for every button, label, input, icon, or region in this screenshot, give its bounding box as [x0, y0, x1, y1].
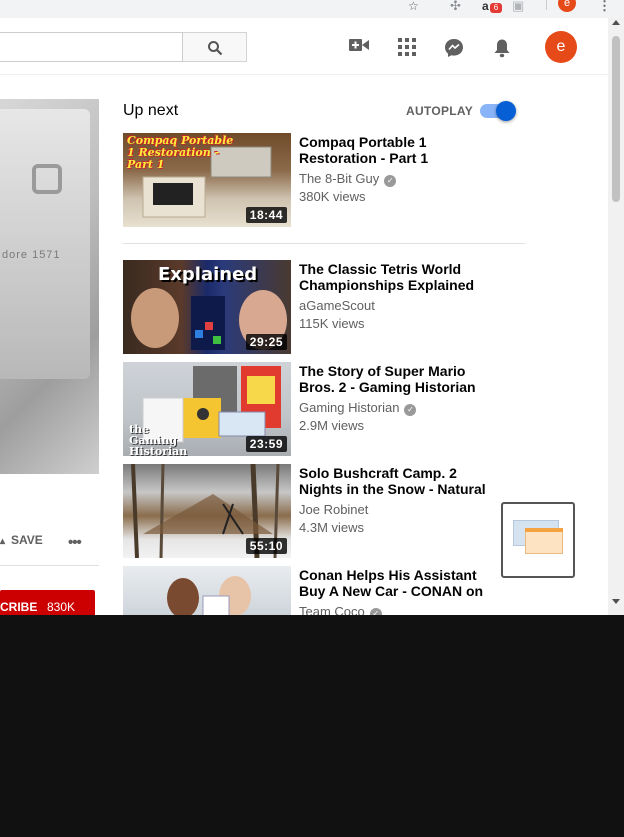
video-thumbnail[interactable]: 55:10 — [123, 464, 291, 558]
commodore-logo-icon — [32, 164, 62, 194]
search-input[interactable] — [0, 32, 183, 62]
empty-screen-area — [0, 615, 624, 837]
video-thumbnail[interactable]: the Gaming Historian 23:59 — [123, 362, 291, 456]
subscribe-button[interactable]: CRIBE 830K — [0, 590, 95, 615]
video-item[interactable]: Explained 29:25 The Classic Tetris World… — [123, 260, 513, 354]
video-title[interactable]: The Story of Super Mario Bros. 2 - Gamin… — [299, 363, 499, 395]
channel-name[interactable]: Joe Robinet — [299, 502, 368, 517]
video-item[interactable]: the Gaming Historian 23:59 The Story of … — [123, 362, 513, 456]
scrollbar-thumb[interactable] — [612, 36, 620, 202]
masthead: e — [0, 18, 608, 75]
extension-icon[interactable]: a — [482, 0, 489, 14]
computer-chassis-image — [0, 109, 90, 379]
autoplay-toggle[interactable] — [480, 101, 516, 121]
channel-name[interactable]: aGameScout — [299, 298, 375, 313]
device-label: dore 1571 — [2, 249, 61, 261]
scroll-down-arrow-icon[interactable] — [612, 599, 620, 604]
notifications-bell-icon[interactable] — [493, 38, 511, 58]
video-player[interactable]: dore 1571 — [0, 99, 99, 474]
thumbnail-caption: the Gaming Historian — [129, 423, 188, 456]
bookmark-star-icon[interactable]: ☆ — [408, 0, 419, 14]
search-icon — [208, 41, 223, 56]
video-thumbnail[interactable]: Compaq Portable 1 Restoration -Part 1 18… — [123, 133, 291, 227]
extension-icon[interactable]: ▣ — [512, 0, 524, 14]
video-title[interactable]: Solo Bushcraft Camp. 2 Nights in the Sno… — [299, 465, 499, 497]
channel-name[interactable]: The 8-Bit Guy ✓ — [299, 171, 397, 187]
view-count: 4.3M views — [299, 520, 365, 535]
thumbnail-caption: Explained — [158, 264, 258, 285]
messages-icon[interactable] — [444, 38, 464, 58]
video-duration: 29:25 — [245, 334, 287, 350]
apps-grid-icon[interactable] — [398, 38, 416, 56]
account-avatar[interactable]: e — [545, 31, 577, 63]
verified-badge-icon: ✓ — [369, 608, 382, 615]
view-count: 2.9M views — [299, 418, 365, 433]
save-button[interactable]: ▴ SAVE — [0, 532, 45, 548]
divider — [0, 565, 99, 566]
page-scrollbar[interactable] — [608, 18, 624, 615]
video-title[interactable]: Compaq Portable 1 Restoration - Part 1 — [299, 134, 499, 166]
address-bar[interactable] — [0, 0, 432, 14]
thumbnail-caption: Compaq Portable 1 Restoration -Part 1 — [127, 134, 234, 171]
create-video-icon[interactable] — [349, 38, 369, 52]
verified-badge-icon: ✓ — [404, 404, 417, 416]
browser-menu-icon[interactable]: ⋮ — [598, 0, 611, 14]
channel-name[interactable]: Team Coco ✓ — [299, 604, 382, 615]
video-title[interactable]: The Classic Tetris World Championships E… — [299, 261, 499, 293]
channel-name[interactable]: Gaming Historian ✓ — [299, 400, 417, 416]
toolbar-divider — [546, 0, 547, 10]
video-duration: 55:10 — [245, 538, 287, 554]
video-duration: 18:44 — [245, 207, 287, 223]
extension-badge: 6 — [490, 3, 502, 13]
divider — [123, 243, 525, 244]
more-actions-icon[interactable]: ••• — [68, 534, 82, 551]
video-duration: 23:59 — [245, 436, 287, 452]
view-count: 115K views — [299, 316, 365, 331]
video-thumbnail[interactable]: Explained 29:25 — [123, 260, 291, 354]
subscriber-count: 830K — [47, 600, 76, 614]
autoplay-label: AUTOPLAY — [406, 104, 474, 118]
up-next-heading: Up next — [123, 102, 179, 119]
search-button[interactable] — [183, 32, 247, 62]
video-thumbnail[interactable] — [123, 566, 291, 615]
video-item[interactable]: Conan Helps His Assistant Buy A New Car … — [123, 566, 513, 615]
scroll-up-arrow-icon[interactable] — [612, 20, 620, 25]
verified-badge-icon: ✓ — [384, 175, 397, 187]
video-item[interactable]: 55:10 Solo Bushcraft Camp. 2 Nights in t… — [123, 464, 513, 558]
video-item[interactable]: Compaq Portable 1 Restoration -Part 1 18… — [123, 133, 513, 227]
view-count: 380K views — [299, 189, 366, 204]
miniplayer-icon[interactable] — [501, 502, 575, 578]
browser-profile-avatar[interactable]: e — [558, 0, 576, 12]
video-title[interactable]: Conan Helps His Assistant Buy A New Car … — [299, 567, 499, 599]
browser-viewport: ☆ ✣ a 6 ▣ e ⋮ e dore 1571 ▴ SAVE ••• CRI… — [0, 0, 624, 615]
playlist-add-icon: ▴ — [0, 536, 6, 547]
extension-icon[interactable]: ✣ — [450, 0, 461, 14]
browser-toolbar: ☆ ✣ a 6 ▣ e ⋮ — [0, 0, 624, 18]
